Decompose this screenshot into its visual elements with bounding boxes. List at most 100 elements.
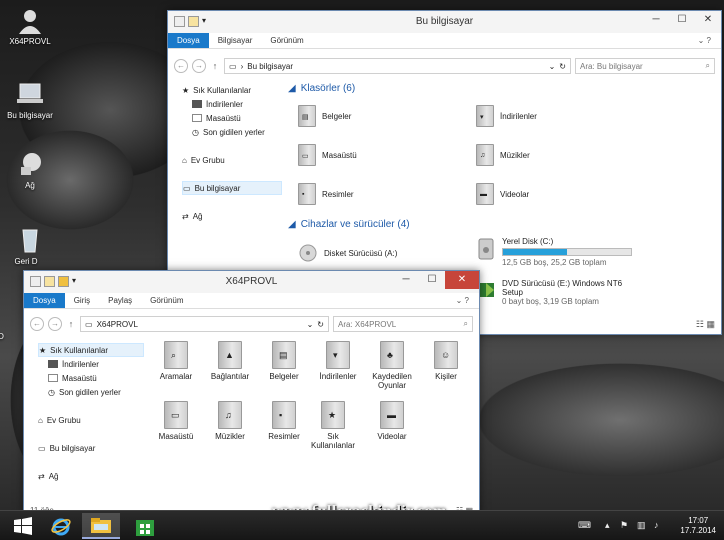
folder-item[interactable]: ▭ Masaüstü xyxy=(298,144,357,166)
desktop-icon-label: Ağ xyxy=(25,181,35,190)
ribbon-expand-icon[interactable]: ⌄ ? xyxy=(698,36,711,45)
keyboard-icon[interactable]: ⌨ xyxy=(578,520,591,531)
nav-label: İndirilenler xyxy=(62,359,99,369)
start-button[interactable] xyxy=(4,513,42,539)
drive-item-c[interactable]: Yerel Disk (C:) 12,5 GB boş, 25,2 GB top… xyxy=(476,237,632,267)
folder-item[interactable]: ▪ Resimler xyxy=(256,401,312,441)
folder-item[interactable]: ☺ Kişiler xyxy=(418,341,474,381)
devices-section-header[interactable]: ◢ Cihazlar ve sürücüler (4) xyxy=(288,219,410,230)
x64provl-window[interactable]: ▾ X64PROVL ─ ☐ ✕ Dosya Giriş Paylaş Görü… xyxy=(23,270,480,520)
up-button[interactable]: ↑ xyxy=(66,319,76,329)
desktop-icon-user[interactable]: X64PROVL xyxy=(0,6,60,46)
window-title: Bu bilgisayar xyxy=(415,16,474,27)
tab-share[interactable]: Paylaş xyxy=(99,293,141,308)
folder-item[interactable]: ▬ Videolar xyxy=(364,401,420,441)
address-dropdown-icon[interactable]: ⌄ xyxy=(307,320,314,329)
downloads-folder-icon: ▾ xyxy=(476,105,494,127)
folder-item[interactable]: ▾ İndirilenler xyxy=(310,341,366,381)
clock[interactable]: 17:07 17.7.2014 xyxy=(680,516,716,536)
folder-item[interactable]: ★ Sık Kullanılanlar xyxy=(310,401,356,450)
pictures-icon: ▪ xyxy=(298,183,316,205)
close-button[interactable]: ✕ xyxy=(445,271,479,289)
maximize-button[interactable]: ☐ xyxy=(669,11,695,29)
ribbon-tabs: Dosya Bilgisayar Görünüm ⌄ ? xyxy=(168,33,721,49)
volume-icon[interactable]: ♪ xyxy=(654,520,659,530)
action-center-icon[interactable]: ⚑ xyxy=(620,520,628,531)
desktop-icon-network[interactable]: Ağ xyxy=(0,150,60,190)
nav-favorites[interactable]: ★ Sık Kullanılanlar xyxy=(38,343,144,357)
search-box[interactable]: Ara: Bu bilgisayar ⌕ xyxy=(575,58,715,74)
nav-homegroup[interactable]: ⌂ Ev Grubu xyxy=(38,413,148,427)
folder-item[interactable]: ♫ Müzikler xyxy=(202,401,258,441)
back-button[interactable]: ← xyxy=(174,59,188,73)
forward-button[interactable]: → xyxy=(48,317,62,331)
nav-desktop[interactable]: Masaüstü xyxy=(38,371,148,385)
nav-recent[interactable]: ◷ Son gidilen yerler xyxy=(182,125,282,139)
tab-home[interactable]: Giriş xyxy=(65,293,99,308)
desktop-icon-this-pc[interactable]: Bu bilgisayar xyxy=(0,80,60,120)
folder-item[interactable]: ▪ Resimler xyxy=(298,183,354,205)
desktop-icon-partial[interactable]: D xyxy=(0,332,16,341)
desktop-icon-label: Bu bilgisayar xyxy=(7,111,53,120)
tab-view[interactable]: Görünüm xyxy=(261,33,312,48)
drive-item-dvd[interactable]: DVD Sürücüsü (E:) Windows NT6 Setup 0 ba… xyxy=(476,279,642,306)
content-pane: ⌕ Aramalar ▲ Bağlantılar ▤ Belgeler ▾ İndiri… xyxy=(148,341,468,491)
folder-item[interactable]: ▲ Bağlantılar xyxy=(202,341,258,381)
nav-network[interactable]: ⇄ Ağ xyxy=(182,209,282,223)
title-bar[interactable]: ▾ X64PROVL ─ ☐ ✕ xyxy=(24,271,479,293)
folder-item[interactable]: ⌕ Aramalar xyxy=(148,341,204,381)
address-row: ← → ↑ ▭ › Bu bilgisayar ⌄ ↻ Ara: Bu bilg… xyxy=(168,55,721,77)
pc-icon: ▭ xyxy=(38,443,46,453)
taskbar-store[interactable] xyxy=(126,513,164,539)
refresh-icon[interactable]: ↻ xyxy=(317,320,324,329)
view-toggle-icons[interactable]: ☷ ▦ xyxy=(696,319,715,330)
desktop-small-icon xyxy=(192,114,202,122)
up-button[interactable]: ↑ xyxy=(210,61,220,71)
address-dropdown-icon[interactable]: ⌄ xyxy=(549,62,556,71)
tab-computer[interactable]: Bilgisayar xyxy=(209,33,262,48)
network-tray-icon[interactable]: ▥ xyxy=(637,520,646,531)
nav-this-pc[interactable]: ▭ Bu bilgisayar xyxy=(38,441,148,455)
nav-homegroup[interactable]: ⌂ Ev Grubu xyxy=(182,153,282,167)
folder-item[interactable]: ▬ Videolar xyxy=(476,183,529,205)
minimize-button[interactable]: ─ xyxy=(643,11,669,29)
address-bar[interactable]: ▭ X64PROVL ⌄ ↻ xyxy=(80,316,329,332)
folder-item[interactable]: ▾ İndirilenler xyxy=(476,105,537,127)
tab-file[interactable]: Dosya xyxy=(24,293,65,308)
refresh-icon[interactable]: ↻ xyxy=(559,62,566,71)
folder-item[interactable]: ▤ Belgeler xyxy=(256,341,312,381)
forward-button[interactable]: → xyxy=(192,59,206,73)
desktop-icon-label: D xyxy=(0,332,4,341)
nav-desktop[interactable]: Masaüstü xyxy=(182,111,282,125)
nav-downloads[interactable]: İndirilenler xyxy=(182,97,282,111)
nav-label: Ağ xyxy=(48,471,59,481)
music-icon: ♫ xyxy=(218,401,242,429)
desktop-icon-recycle-bin[interactable]: Geri D xyxy=(0,226,60,266)
folder-item[interactable]: ♣ Kaydedilen Oyunlar xyxy=(364,341,420,390)
back-button[interactable]: ← xyxy=(30,317,44,331)
show-hidden-icons[interactable]: ▴ xyxy=(605,520,610,531)
minimize-button[interactable]: ─ xyxy=(393,271,419,289)
ribbon-expand-icon[interactable]: ⌄ ? xyxy=(456,296,469,305)
nav-favorites[interactable]: ★ Sık Kullanılanlar xyxy=(182,83,282,97)
folder-item[interactable]: ▭ Masaüstü xyxy=(148,401,204,441)
nav-label: Bu bilgisayar xyxy=(194,183,241,193)
folder-item[interactable]: ▤ Belgeler xyxy=(298,105,351,127)
address-bar[interactable]: ▭ › Bu bilgisayar ⌄ ↻ xyxy=(224,58,571,74)
taskbar-explorer[interactable] xyxy=(82,513,120,539)
title-bar[interactable]: ▾ Bu bilgisayar ─ ☐ ✕ xyxy=(168,11,721,33)
nav-downloads[interactable]: İndirilenler xyxy=(38,357,148,371)
folders-section-header[interactable]: ◢ Klasörler (6) xyxy=(288,83,708,94)
close-button[interactable]: ✕ xyxy=(695,11,721,29)
nav-network[interactable]: ⇄ Ağ xyxy=(38,469,148,483)
tab-view[interactable]: Görünüm xyxy=(141,293,192,308)
search-box[interactable]: Ara: X64PROVL ⌕ xyxy=(333,316,473,332)
tab-file[interactable]: Dosya xyxy=(168,33,209,48)
nav-recent[interactable]: ◷ Son gidilen yerler xyxy=(38,385,148,399)
maximize-button[interactable]: ☐ xyxy=(419,271,445,289)
laptop-icon xyxy=(15,80,45,108)
taskbar-ie[interactable] xyxy=(42,513,80,539)
folder-item[interactable]: ♫ Müzikler xyxy=(476,144,530,166)
drive-item-floppy[interactable]: Disket Sürücüsü (A:) xyxy=(298,243,397,263)
nav-this-pc[interactable]: ▭ Bu bilgisayar xyxy=(182,181,282,195)
